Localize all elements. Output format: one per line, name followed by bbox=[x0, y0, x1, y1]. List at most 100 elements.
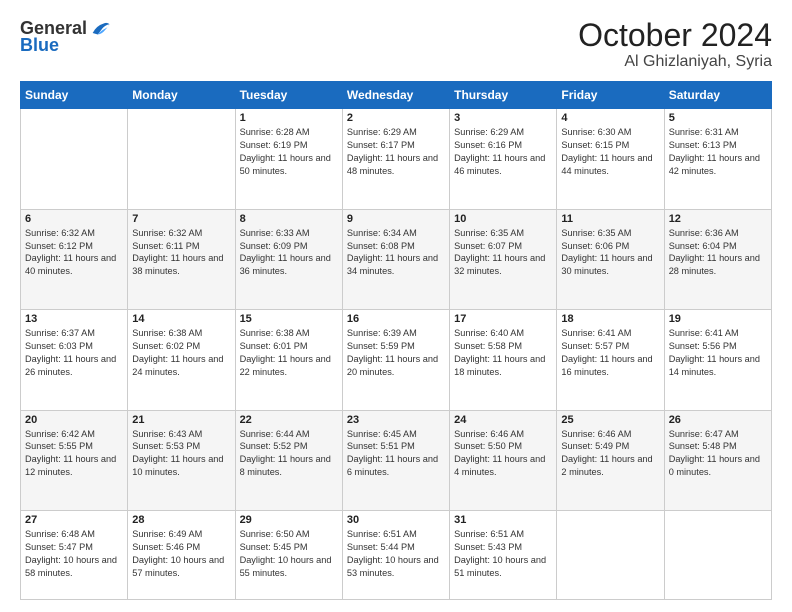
location-title: Al Ghizlaniyah, Syria bbox=[578, 53, 772, 71]
day-number: 2 bbox=[347, 112, 445, 124]
table-row: 14 Sunrise: 6:38 AM Sunset: 6:02 PM Dayli… bbox=[128, 310, 235, 410]
table-row: 19 Sunrise: 6:41 AM Sunset: 5:56 PM Dayli… bbox=[664, 310, 771, 410]
day-number: 14 bbox=[132, 313, 230, 325]
day-number: 28 bbox=[132, 514, 230, 526]
day-info: Sunrise: 6:31 AM Sunset: 6:13 PM Dayligh… bbox=[669, 126, 767, 178]
day-number: 30 bbox=[347, 514, 445, 526]
table-row bbox=[557, 510, 664, 599]
table-row: 13 Sunrise: 6:37 AM Sunset: 6:03 PM Dayli… bbox=[21, 310, 128, 410]
day-info: Sunrise: 6:29 AM Sunset: 6:16 PM Dayligh… bbox=[454, 126, 552, 178]
day-info: Sunrise: 6:42 AM Sunset: 5:55 PM Dayligh… bbox=[25, 428, 123, 480]
day-info: Sunrise: 6:39 AM Sunset: 5:59 PM Dayligh… bbox=[347, 327, 445, 379]
day-info: Sunrise: 6:30 AM Sunset: 6:15 PM Dayligh… bbox=[561, 126, 659, 178]
table-row: 15Sunrise: 6:38 AM Sunset: 6:01 PM Dayli… bbox=[235, 310, 342, 410]
table-row: 21 Sunrise: 6:43 AM Sunset: 5:53 PM Dayli… bbox=[128, 410, 235, 510]
day-number: 18 bbox=[561, 313, 659, 325]
day-info: Sunrise: 6:32 AM Sunset: 6:11 PM Dayligh… bbox=[132, 227, 230, 279]
day-info: Sunrise: 6:34 AM Sunset: 6:08 PM Dayligh… bbox=[347, 227, 445, 279]
day-info: Sunrise: 6:41 AM Sunset: 5:57 PM Dayligh… bbox=[561, 327, 659, 379]
table-row: 10 Sunrise: 6:35 AM Sunset: 6:07 PM Dayli… bbox=[450, 209, 557, 309]
day-number: 12 bbox=[669, 213, 767, 225]
logo: General Blue bbox=[20, 18, 111, 56]
day-number: 24 bbox=[454, 414, 552, 426]
day-number: 5 bbox=[669, 112, 767, 124]
day-number: 22 bbox=[240, 414, 338, 426]
day-info: Sunrise: 6:51 AM Sunset: 5:44 PM Dayligh… bbox=[347, 528, 445, 580]
day-info: Sunrise: 6:32 AM Sunset: 6:12 PM Dayligh… bbox=[25, 227, 123, 279]
day-number: 6 bbox=[25, 213, 123, 225]
day-number: 8 bbox=[240, 213, 338, 225]
logo-bird-icon bbox=[89, 18, 111, 40]
table-row: 20 Sunrise: 6:42 AM Sunset: 5:55 PM Dayli… bbox=[21, 410, 128, 510]
table-row: 27Sunrise: 6:48 AM Sunset: 5:47 PM Dayli… bbox=[21, 510, 128, 599]
day-number: 19 bbox=[669, 313, 767, 325]
day-number: 7 bbox=[132, 213, 230, 225]
table-row: 6 Sunrise: 6:32 AM Sunset: 6:12 PM Daylig… bbox=[21, 209, 128, 309]
day-number: 1 bbox=[240, 112, 338, 124]
table-row: 2 Sunrise: 6:29 AM Sunset: 6:17 PM Daylig… bbox=[342, 109, 449, 209]
day-number: 21 bbox=[132, 414, 230, 426]
table-row: 7 Sunrise: 6:32 AM Sunset: 6:11 PM Daylig… bbox=[128, 209, 235, 309]
day-number: 20 bbox=[25, 414, 123, 426]
day-info: Sunrise: 6:47 AM Sunset: 5:48 PM Dayligh… bbox=[669, 428, 767, 480]
day-info: Sunrise: 6:35 AM Sunset: 6:06 PM Dayligh… bbox=[561, 227, 659, 279]
day-number: 9 bbox=[347, 213, 445, 225]
table-row: 26 Sunrise: 6:47 AM Sunset: 5:48 PM Dayli… bbox=[664, 410, 771, 510]
logo-blue-text: Blue bbox=[20, 36, 59, 56]
header-row: Sunday Monday Tuesday Wednesday Thursday… bbox=[21, 82, 772, 109]
col-thursday: Thursday bbox=[450, 82, 557, 109]
day-info: Sunrise: 6:46 AM Sunset: 5:49 PM Dayligh… bbox=[561, 428, 659, 480]
table-row: 17Sunrise: 6:40 AM Sunset: 5:58 PM Dayli… bbox=[450, 310, 557, 410]
day-info: Sunrise: 6:38 AM Sunset: 6:02 PM Dayligh… bbox=[132, 327, 230, 379]
table-row: 25 Sunrise: 6:46 AM Sunset: 5:49 PM Dayli… bbox=[557, 410, 664, 510]
col-sunday: Sunday bbox=[21, 82, 128, 109]
page: General Blue October 2024 Al Ghizlaniyah… bbox=[0, 0, 792, 612]
day-info: Sunrise: 6:35 AM Sunset: 6:07 PM Dayligh… bbox=[454, 227, 552, 279]
day-number: 27 bbox=[25, 514, 123, 526]
col-friday: Friday bbox=[557, 82, 664, 109]
day-info: Sunrise: 6:44 AM Sunset: 5:52 PM Dayligh… bbox=[240, 428, 338, 480]
table-row: 29 Sunrise: 6:50 AM Sunset: 5:45 PM Dayli… bbox=[235, 510, 342, 599]
day-number: 10 bbox=[454, 213, 552, 225]
table-row: 12Sunrise: 6:36 AM Sunset: 6:04 PM Dayli… bbox=[664, 209, 771, 309]
day-number: 4 bbox=[561, 112, 659, 124]
table-row: 23Sunrise: 6:45 AM Sunset: 5:51 PM Dayli… bbox=[342, 410, 449, 510]
day-info: Sunrise: 6:37 AM Sunset: 6:03 PM Dayligh… bbox=[25, 327, 123, 379]
col-tuesday: Tuesday bbox=[235, 82, 342, 109]
col-monday: Monday bbox=[128, 82, 235, 109]
day-info: Sunrise: 6:28 AM Sunset: 6:19 PM Dayligh… bbox=[240, 126, 338, 178]
day-info: Sunrise: 6:45 AM Sunset: 5:51 PM Dayligh… bbox=[347, 428, 445, 480]
day-info: Sunrise: 6:41 AM Sunset: 5:56 PM Dayligh… bbox=[669, 327, 767, 379]
table-row: 8 Sunrise: 6:33 AM Sunset: 6:09 PM Daylig… bbox=[235, 209, 342, 309]
table-row: 4 Sunrise: 6:30 AM Sunset: 6:15 PM Daylig… bbox=[557, 109, 664, 209]
table-row bbox=[128, 109, 235, 209]
table-row: 5 Sunrise: 6:31 AM Sunset: 6:13 PM Daylig… bbox=[664, 109, 771, 209]
day-number: 13 bbox=[25, 313, 123, 325]
calendar-table: Sunday Monday Tuesday Wednesday Thursday… bbox=[20, 81, 772, 600]
day-number: 3 bbox=[454, 112, 552, 124]
month-title: October 2024 bbox=[578, 18, 772, 53]
day-info: Sunrise: 6:40 AM Sunset: 5:58 PM Dayligh… bbox=[454, 327, 552, 379]
day-number: 26 bbox=[669, 414, 767, 426]
day-info: Sunrise: 6:43 AM Sunset: 5:53 PM Dayligh… bbox=[132, 428, 230, 480]
day-info: Sunrise: 6:38 AM Sunset: 6:01 PM Dayligh… bbox=[240, 327, 338, 379]
table-row: 31Sunrise: 6:51 AM Sunset: 5:43 PM Dayli… bbox=[450, 510, 557, 599]
table-row: 28Sunrise: 6:49 AM Sunset: 5:46 PM Dayli… bbox=[128, 510, 235, 599]
table-row bbox=[21, 109, 128, 209]
day-info: Sunrise: 6:29 AM Sunset: 6:17 PM Dayligh… bbox=[347, 126, 445, 178]
day-number: 29 bbox=[240, 514, 338, 526]
day-info: Sunrise: 6:50 AM Sunset: 5:45 PM Dayligh… bbox=[240, 528, 338, 580]
table-row: 30 Sunrise: 6:51 AM Sunset: 5:44 PM Dayli… bbox=[342, 510, 449, 599]
day-number: 11 bbox=[561, 213, 659, 225]
table-row: 1 Sunrise: 6:28 AM Sunset: 6:19 PM Daylig… bbox=[235, 109, 342, 209]
day-info: Sunrise: 6:33 AM Sunset: 6:09 PM Dayligh… bbox=[240, 227, 338, 279]
col-saturday: Saturday bbox=[664, 82, 771, 109]
header: General Blue October 2024 Al Ghizlaniyah… bbox=[20, 18, 772, 71]
day-number: 16 bbox=[347, 313, 445, 325]
table-row: 9 Sunrise: 6:34 AM Sunset: 6:08 PM Daylig… bbox=[342, 209, 449, 309]
table-row: 16 Sunrise: 6:39 AM Sunset: 5:59 PM Dayli… bbox=[342, 310, 449, 410]
day-number: 31 bbox=[454, 514, 552, 526]
day-info: Sunrise: 6:46 AM Sunset: 5:50 PM Dayligh… bbox=[454, 428, 552, 480]
day-number: 25 bbox=[561, 414, 659, 426]
table-row bbox=[664, 510, 771, 599]
